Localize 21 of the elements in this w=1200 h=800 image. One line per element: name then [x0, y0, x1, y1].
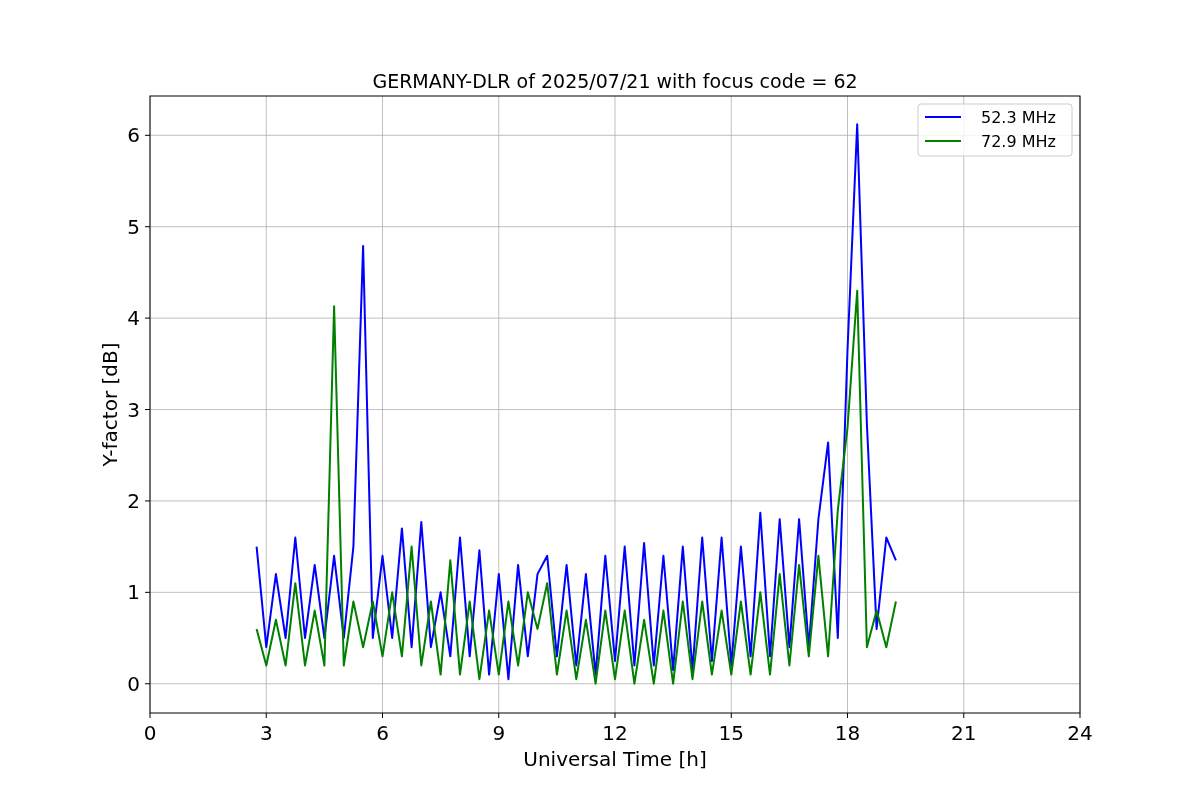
tick-label: 12: [602, 721, 628, 745]
tick-label: 21: [951, 721, 977, 745]
tick-label: 2: [127, 488, 140, 513]
tick-label: 5: [127, 214, 140, 239]
tick-label: 9: [492, 721, 506, 745]
tick-label: 1: [127, 580, 140, 605]
tick-label: 3: [259, 721, 273, 745]
tick-label: 18: [834, 721, 861, 745]
legend-label: 52.3 MHz: [981, 108, 1056, 127]
tick-label: 3: [127, 397, 140, 422]
tick-label: 6: [127, 123, 140, 148]
tick-label: 0: [143, 721, 157, 745]
y-axis-label: Y-factor [dB]: [98, 342, 122, 467]
tick-label: 0: [127, 671, 140, 696]
chart-title: GERMANY-DLR of 2025/07/21 with focus code = 62: [372, 70, 858, 92]
tick-label: 4: [127, 306, 140, 331]
tick-label: 15: [718, 721, 744, 745]
legend-label: 72.9 MHz: [981, 132, 1056, 151]
tick-label: 6: [376, 721, 389, 745]
x-axis-label: Universal Time [h]: [523, 747, 707, 771]
tick-label: 24: [1067, 721, 1093, 745]
